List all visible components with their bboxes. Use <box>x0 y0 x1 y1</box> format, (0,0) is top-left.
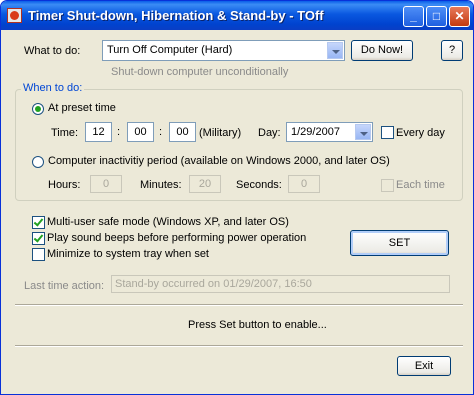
maximize-button[interactable]: □ <box>426 6 447 27</box>
day-value: 1/29/2007 <box>291 126 340 138</box>
day-label: Day: <box>258 127 281 139</box>
what-to-do-label: What to do: <box>24 45 81 57</box>
power-icon[interactable] <box>7 8 22 23</box>
seconds-label: Seconds: <box>236 179 282 191</box>
hours-input[interactable]: 0 <box>90 175 122 193</box>
preset-time-radio[interactable] <box>32 103 44 115</box>
last-action-label: Last time action: <box>24 280 105 292</box>
time-label: Time: <box>51 127 79 139</box>
beeps-label[interactable]: Play sound beeps before performing power… <box>47 232 306 244</box>
time-separator: : <box>117 126 121 138</box>
divider <box>15 345 463 347</box>
exit-button[interactable]: Exit <box>397 356 451 376</box>
divider <box>15 304 463 306</box>
help-button[interactable]: ? <box>441 40 463 61</box>
inactivity-radio[interactable] <box>32 156 44 168</box>
military-label: (Military) <box>199 127 242 139</box>
every-day-checkbox[interactable] <box>381 126 394 139</box>
minutes-input[interactable]: 20 <box>189 175 221 193</box>
inactivity-label[interactable]: Computer inactivitiy period (available o… <box>48 155 390 167</box>
multi-user-checkbox[interactable] <box>32 216 45 229</box>
hours-label: Hours: <box>48 179 81 191</box>
when-to-do-label: When to do: <box>21 82 85 94</box>
minimize-button[interactable]: _ <box>403 6 424 27</box>
tray-label[interactable]: Minimize to system tray when set <box>47 248 209 260</box>
action-select-value: Turn Off Computer (Hard) <box>107 44 233 56</box>
chevron-down-icon[interactable] <box>327 42 343 59</box>
status-text: Press Set button to enable... <box>188 319 327 331</box>
every-day-label[interactable]: Every day <box>396 127 445 139</box>
each-time-label[interactable]: Each time <box>396 179 445 191</box>
second-input[interactable]: 00 <box>169 122 196 142</box>
tray-checkbox[interactable] <box>32 248 45 261</box>
set-button[interactable]: SET <box>350 230 449 256</box>
time-separator: : <box>159 126 163 138</box>
window-title: Timer Shut-down, Hibernation & Stand-by … <box>28 8 324 23</box>
title-bar[interactable]: Timer Shut-down, Hibernation & Stand-by … <box>1 1 473 30</box>
multi-user-label[interactable]: Multi-user safe mode (Windows XP, and la… <box>47 216 289 228</box>
close-button[interactable]: ✕ <box>449 6 470 27</box>
day-picker[interactable]: 1/29/2007 <box>286 122 373 142</box>
preset-time-label[interactable]: At preset time <box>48 102 116 114</box>
action-description: Shut-down computer unconditionally <box>111 66 289 78</box>
last-action-field: Stand-by occurred on 01/29/2007, 16:50 <box>111 275 450 293</box>
minute-input[interactable]: 00 <box>127 122 154 142</box>
do-now-button[interactable]: Do Now! <box>351 40 413 61</box>
action-select[interactable]: Turn Off Computer (Hard) <box>102 40 345 61</box>
hour-input[interactable]: 12 <box>85 122 112 142</box>
minutes-label: Minutes: <box>140 179 182 191</box>
beeps-checkbox[interactable] <box>32 232 45 245</box>
main-window: Timer Shut-down, Hibernation & Stand-by … <box>0 0 474 395</box>
chevron-down-icon[interactable] <box>355 124 371 140</box>
seconds-input[interactable]: 0 <box>288 175 320 193</box>
each-time-checkbox[interactable] <box>381 179 394 192</box>
